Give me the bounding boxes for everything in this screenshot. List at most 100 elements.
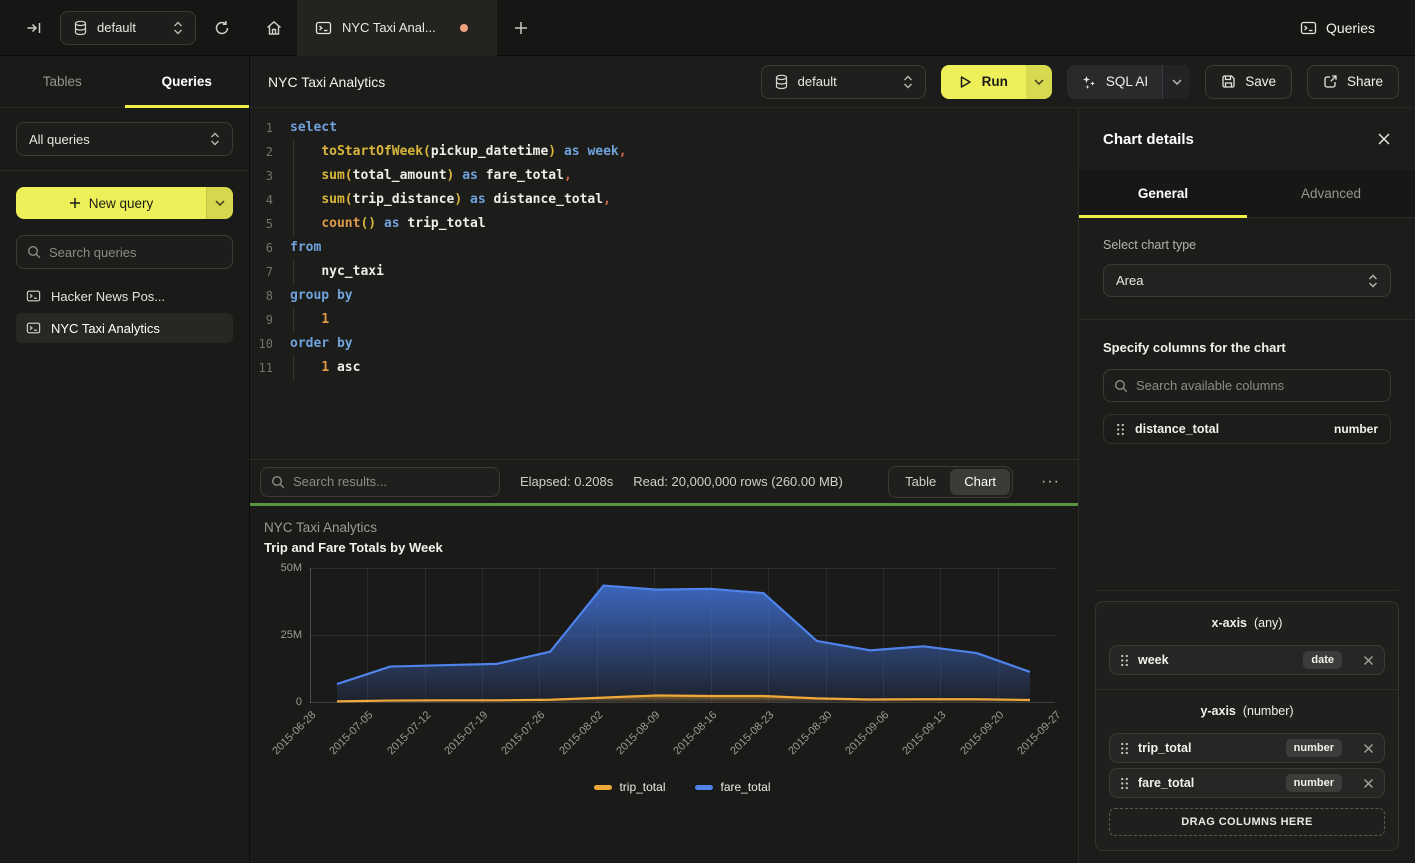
editor-header: NYC Taxi Analytics default Run: [250, 56, 1415, 108]
legend-item-fare_total[interactable]: fare_total: [695, 780, 770, 794]
new-query-button[interactable]: New query: [16, 187, 233, 219]
home-tab-button[interactable]: [250, 0, 297, 56]
axes-card: x-axis (any) weekdate y-axis (number) tr…: [1095, 601, 1399, 851]
search-icon: [1114, 379, 1128, 393]
axis-column-item[interactable]: trip_totalnumber: [1109, 733, 1385, 763]
code-token: [290, 312, 321, 327]
code-line: 5 count() as trip_total: [250, 212, 1078, 236]
drag-handle-icon[interactable]: [1120, 742, 1129, 755]
query-tab[interactable]: NYC Taxi Anal...: [297, 0, 497, 56]
y-axis-constraint: (number): [1243, 704, 1294, 718]
legend-marker: [695, 785, 713, 790]
query-filter-select[interactable]: All queries: [16, 122, 233, 156]
line-number: 8: [250, 284, 286, 308]
tab-tables[interactable]: Tables: [0, 56, 125, 107]
code-token: ): [548, 144, 556, 159]
home-icon: [265, 19, 283, 37]
columns-search: [1103, 369, 1391, 402]
query-list-item[interactable]: Hacker News Pos...: [16, 281, 233, 311]
new-query-dropdown[interactable]: [206, 187, 233, 219]
x-axis-title: x-axis: [1212, 616, 1247, 630]
chevron-updown-icon: [1368, 274, 1378, 288]
tab-queries-label: Queries: [162, 74, 212, 89]
columns-search-input[interactable]: [1136, 378, 1380, 393]
axis-column-item[interactable]: fare_totalnumber: [1109, 768, 1385, 798]
sparkles-icon: [1081, 74, 1097, 90]
query-item-label: NYC Taxi Analytics: [51, 321, 160, 336]
chart-view-label: Chart: [964, 474, 996, 489]
code-token: [290, 144, 321, 159]
results-search-input[interactable]: [293, 474, 489, 489]
tab-advanced[interactable]: Advanced: [1247, 170, 1415, 217]
refresh-button[interactable]: [210, 16, 234, 40]
drag-handle-icon[interactable]: [1120, 777, 1129, 790]
drag-handle-icon[interactable]: [1116, 423, 1125, 436]
chevron-down-icon: [215, 200, 225, 206]
new-query-label: New query: [89, 196, 154, 211]
available-column-item[interactable]: distance_totalnumber: [1103, 414, 1391, 444]
plot-area[interactable]: 50M 25M 0 2015-06-282015-07-052015-07-12…: [310, 568, 1055, 775]
sidebar: Tables Queries All queries New query: [0, 56, 250, 863]
code-token: trip_total: [407, 216, 485, 231]
new-tab-button[interactable]: [497, 0, 545, 56]
query-search-input[interactable]: [49, 245, 222, 260]
body-row: Tables Queries All queries New query: [0, 56, 1415, 863]
y-tick-0: 0: [296, 696, 302, 708]
remove-column-icon[interactable]: [1363, 743, 1374, 754]
sql-ai-options-button[interactable]: [1162, 65, 1190, 99]
share-button[interactable]: Share: [1307, 65, 1399, 99]
tab-general[interactable]: General: [1079, 170, 1247, 217]
axis-column-item[interactable]: weekdate: [1109, 645, 1385, 675]
area-chart[interactable]: [310, 568, 1055, 703]
code-token: [486, 192, 494, 207]
x-axis-section: x-axis (any) weekdate: [1096, 602, 1398, 689]
sql-editor[interactable]: 1select2 toStartOfWeek(pickup_datetime) …: [250, 108, 1078, 459]
code-token: from: [290, 240, 321, 255]
code-line: 2 toStartOfWeek(pickup_datetime) as week…: [250, 140, 1078, 164]
chart-type-value: Area: [1116, 273, 1143, 288]
queries-menu-button[interactable]: Queries: [1300, 20, 1415, 36]
table-view-button[interactable]: Table: [891, 469, 950, 495]
database-selector[interactable]: default: [60, 11, 196, 45]
save-button[interactable]: Save: [1205, 65, 1292, 99]
database-icon: [774, 74, 789, 90]
results-more-button[interactable]: ···: [1037, 473, 1064, 491]
code-token: select: [290, 120, 337, 135]
remove-column-icon[interactable]: [1363, 655, 1374, 666]
remove-column-icon[interactable]: [1363, 778, 1374, 789]
console-icon: [26, 289, 41, 303]
tab-general-label: General: [1138, 186, 1188, 201]
run-button[interactable]: Run: [941, 65, 1026, 99]
chart-view-button[interactable]: Chart: [950, 469, 1010, 495]
close-panel-button[interactable]: [1377, 132, 1391, 146]
drag-handle-icon[interactable]: [1120, 654, 1129, 667]
column-type: number: [1334, 422, 1378, 436]
refresh-icon: [214, 20, 230, 36]
chart-panel: NYC Taxi Analytics Trip and Fare Totals …: [250, 506, 1078, 863]
close-icon: [1377, 132, 1391, 146]
y-axis-section: y-axis (number) trip_totalnumberfare_tot…: [1096, 690, 1398, 850]
code-token: pickup_datetime: [431, 144, 548, 159]
query-item-label: Hacker News Pos...: [51, 289, 165, 304]
query-list-item[interactable]: NYC Taxi Analytics: [16, 313, 233, 343]
new-query-main[interactable]: New query: [16, 187, 206, 219]
code-token: [376, 216, 384, 231]
tab-queries[interactable]: Queries: [125, 56, 250, 107]
tab-strip: NYC Taxi Anal...: [250, 0, 545, 56]
run-database-selector[interactable]: default: [761, 65, 926, 99]
code-token: ,: [603, 192, 611, 207]
tab-tables-label: Tables: [43, 74, 82, 89]
chart-type-select[interactable]: Area: [1103, 264, 1391, 297]
run-options-button[interactable]: [1026, 65, 1052, 99]
x-axis-tick-label: 2015-07-05: [328, 709, 376, 757]
sql-ai-button[interactable]: SQL AI: [1067, 65, 1162, 99]
view-toggle: Table Chart: [888, 466, 1013, 498]
query-tab-title: NYC Taxi Anal...: [342, 20, 436, 35]
collapse-sidebar-button[interactable]: [22, 16, 46, 40]
drag-columns-dropzone[interactable]: DRAG COLUMNS HERE: [1109, 808, 1385, 836]
console-icon: [315, 20, 332, 36]
legend-item-trip_total[interactable]: trip_total: [594, 780, 665, 794]
code-line: 3 sum(total_amount) as fare_total,: [250, 164, 1078, 188]
x-axis-items: weekdate: [1109, 645, 1385, 675]
x-axis-tick-label: 2015-09-27: [1015, 709, 1063, 757]
